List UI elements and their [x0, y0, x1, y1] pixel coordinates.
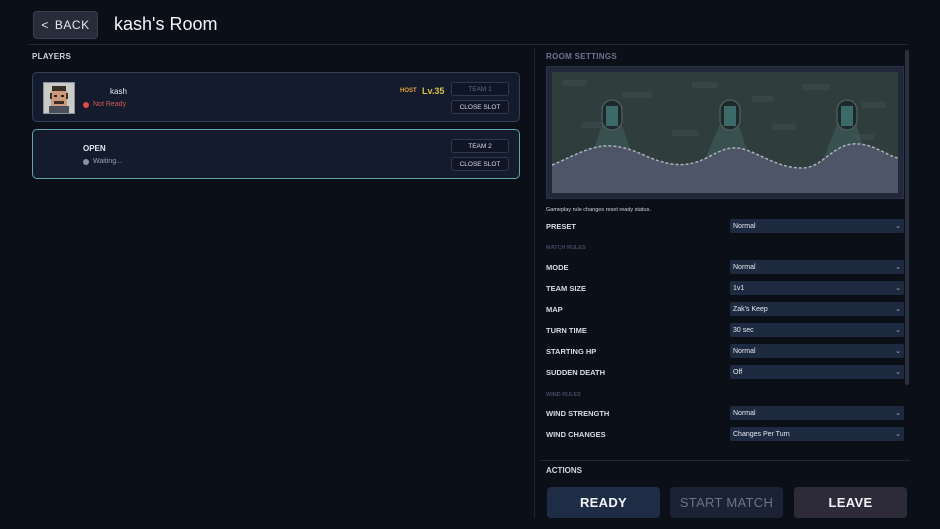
mode-select[interactable]: Normal ⌄ [730, 260, 904, 274]
preset-value: Normal [733, 222, 756, 230]
team-size-label: TEAM SIZE [546, 284, 587, 293]
starting-hp-label: STARTING HP [546, 347, 597, 356]
mode-label: MODE [546, 263, 569, 272]
open-slot-status: Waiting... [83, 158, 122, 165]
player-name: kash [107, 87, 127, 96]
wind-strength-label: WIND STRENGTH [546, 409, 610, 418]
sudden-death-value: Off [733, 368, 743, 376]
team-2-button[interactable]: TEAM 2 [451, 139, 509, 153]
preset-select[interactable]: Normal ⌄ [730, 219, 904, 233]
actions-divider [540, 460, 910, 461]
back-label: BACK [54, 18, 90, 32]
wind-changes-value: Changes Per Turn [733, 430, 790, 438]
player-slot-open: OPEN Waiting... TEAM 2 CLOSE SLOT [32, 129, 520, 179]
wind-changes-label: WIND CHANGES [546, 430, 606, 439]
chevron-down-icon: ⌄ [895, 327, 901, 334]
leave-button[interactable]: LEAVE [794, 487, 907, 518]
turn-time-value: 30 sec [733, 326, 754, 334]
sudden-death-select[interactable]: Off ⌄ [730, 365, 904, 379]
wind-changes-select[interactable]: Changes Per Turn ⌄ [730, 427, 904, 441]
players-heading: PLAYERS [32, 52, 72, 61]
sudden-death-label: SUDDEN DEATH [546, 368, 606, 377]
back-button[interactable]: < BACK [33, 11, 98, 39]
chevron-down-icon: ⌄ [895, 431, 901, 438]
status-label: Not Ready [93, 101, 127, 108]
room-settings-heading: ROOM SETTINGS [546, 52, 618, 61]
match-rules-heading: MATCH RULES [546, 245, 586, 251]
chevron-down-icon: ⌄ [895, 348, 901, 355]
chevron-down-icon: ⌄ [895, 223, 901, 230]
player-slot-host: kash Not Ready HOST Lv.35 TEAM 1 CLOSE S… [32, 72, 520, 122]
team-size-value: 1v1 [733, 284, 745, 292]
close-slot-button[interactable]: CLOSE SLOT [451, 100, 509, 114]
host-badge: HOST [400, 88, 417, 94]
player-name-label: kash [110, 87, 127, 96]
header: < BACK kash's Room [0, 0, 940, 48]
wind-strength-value: Normal [733, 409, 756, 417]
status-label: Waiting... [93, 158, 122, 165]
waiting-dot-icon [83, 158, 89, 165]
actions-heading: ACTIONS [546, 466, 582, 475]
player-level: Lv.35 [422, 86, 445, 96]
map-value: Zak's Keep [733, 305, 768, 313]
wind-strength-select[interactable]: Normal ⌄ [730, 406, 904, 420]
panel-divider [534, 48, 535, 518]
map-select[interactable]: Zak's Keep ⌄ [730, 302, 904, 316]
player-status: Not Ready [83, 101, 126, 108]
settings-scrollbar[interactable] [905, 50, 909, 385]
preset-label: PRESET [546, 222, 577, 231]
map-preview [546, 66, 904, 199]
open-slot-label: OPEN [83, 144, 106, 153]
chevron-down-icon: ⌄ [895, 410, 901, 417]
turn-time-select[interactable]: 30 sec ⌄ [730, 323, 904, 337]
starting-hp-value: Normal [733, 347, 756, 355]
chevron-down-icon: ⌄ [895, 306, 901, 313]
team-1-button[interactable]: TEAM 1 [451, 82, 509, 96]
team-size-select[interactable]: 1v1 ⌄ [730, 281, 904, 295]
header-divider [28, 44, 908, 45]
chevron-down-icon: ⌄ [895, 369, 901, 376]
chevron-down-icon: ⌄ [895, 264, 901, 271]
close-slot-button[interactable]: CLOSE SLOT [451, 157, 509, 171]
chevron-down-icon: ⌄ [895, 285, 901, 292]
wind-rules-heading: WIND RULES [546, 392, 581, 398]
not-ready-dot-icon [83, 101, 89, 108]
ready-button[interactable]: READY [547, 487, 660, 518]
turn-time-label: TURN TIME [546, 326, 587, 335]
map-label: MAP [546, 305, 563, 314]
start-match-button[interactable]: START MATCH [670, 487, 783, 518]
page-title: kash's Room [114, 14, 218, 34]
avatar [43, 82, 75, 114]
settings-note: Gameplay rule changes reset ready status… [546, 207, 651, 213]
chevron-left-icon: < [41, 18, 49, 32]
mode-value: Normal [733, 263, 756, 271]
starting-hp-select[interactable]: Normal ⌄ [730, 344, 904, 358]
